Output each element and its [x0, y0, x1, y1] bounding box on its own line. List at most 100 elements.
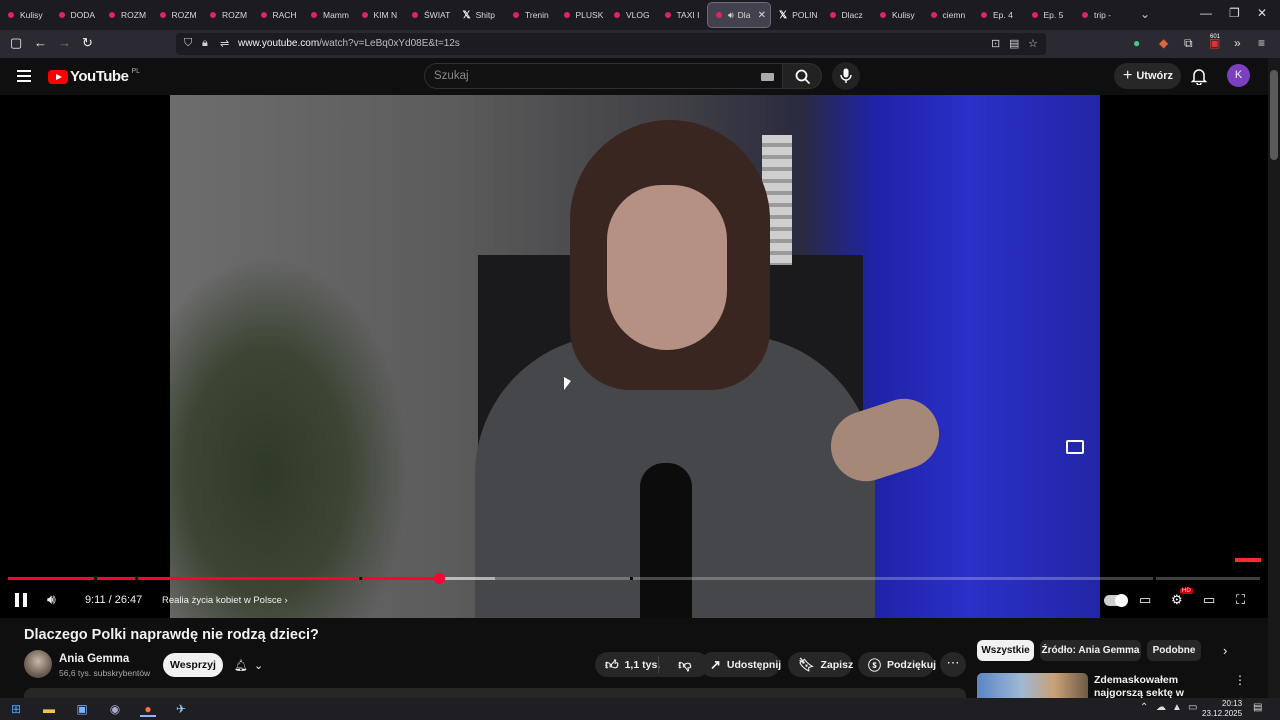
miniplayer-icon[interactable]: [1066, 440, 1084, 454]
progress-scrubber[interactable]: [433, 573, 445, 584]
close-window-icon[interactable]: ✕: [1257, 6, 1267, 20]
browser-tab[interactable]: RACH: [253, 2, 304, 28]
desktop-app-icon[interactable]: ▣: [74, 701, 90, 717]
search-input[interactable]: Szukaj: [434, 70, 469, 82]
forward-icon[interactable]: →: [58, 35, 71, 50]
thanks-button[interactable]: ⓢ Podziękuj: [858, 652, 936, 677]
network-icon[interactable]: ▭: [1188, 702, 1197, 713]
steam-icon[interactable]: ◉: [107, 701, 123, 717]
browser-tab[interactable]: Dlacz: [822, 2, 873, 28]
recommendation-title[interactable]: Zdemaskowałem najgorszą sektę w Ameryce: [1094, 674, 1229, 698]
scrollbar-thumb[interactable]: [1270, 70, 1278, 160]
browser-tab[interactable]: KIM N: [354, 2, 405, 28]
browser-tab[interactable]: 𝕏 POLIN: [771, 2, 822, 28]
system-clock[interactable]: 20:13 23.12.2025: [1202, 699, 1242, 719]
lock-icon[interactable]: 🔒︎: [202, 37, 208, 50]
youtube-logo[interactable]: YouTube PL: [48, 68, 140, 85]
recommendation-thumbnail[interactable]: [977, 673, 1088, 698]
recommendation-menu-icon[interactable]: ⋮: [1234, 673, 1246, 687]
browser-tab[interactable]: ROZM: [101, 2, 152, 28]
address-bar[interactable]: ⛉ 🔒︎ ⇌ www.youtube.com/watch?v=LeBq0xYd0…: [176, 33, 1046, 55]
channel-notifications-button[interactable]: 🔔︎ ⌄: [228, 653, 278, 677]
back-icon[interactable]: ←: [34, 35, 47, 50]
browser-tab[interactable]: Ep. 5: [1024, 2, 1075, 28]
browser-tab[interactable]: ŚWIAT: [404, 2, 455, 28]
video-frame[interactable]: [170, 95, 1100, 618]
browser-tab[interactable]: trip -: [1074, 2, 1125, 28]
extension-icon[interactable]: ◆: [1159, 36, 1168, 50]
chip-source[interactable]: Źródło: Ania Gemma: [1040, 640, 1141, 661]
settings-gear-icon[interactable]: ⚙︎: [1171, 592, 1183, 608]
theater-mode-icon[interactable]: ▭: [1203, 592, 1215, 608]
browser-tab[interactable]: ciemn: [923, 2, 974, 28]
browser-tab[interactable]: 𝕏 Shitp: [455, 2, 506, 28]
video-player[interactable]: 🔊︎ 9:11 / 26:47 Realia życia kobiet w Po…: [0, 95, 1268, 618]
restore-icon[interactable]: ❐: [1229, 6, 1240, 20]
reload-icon[interactable]: ↻: [82, 35, 93, 51]
notifications-bell-icon[interactable]: [1190, 67, 1208, 85]
chevron-down-icon[interactable]: ⌄: [1140, 7, 1150, 21]
more-actions-icon[interactable]: ⋯: [940, 652, 966, 677]
save-button[interactable]: 🔖︎ Zapisz: [788, 652, 853, 677]
like-count[interactable]: 1,1 tys.: [625, 659, 661, 671]
create-button[interactable]: + Utwórz: [1114, 63, 1181, 89]
tray-cloud-icon[interactable]: ☁: [1156, 702, 1166, 713]
browser-tab[interactable]: PLUSK: [556, 2, 607, 28]
windows-start-icon[interactable]: ⊞: [8, 701, 24, 717]
fullscreen-icon[interactable]: ⛶: [1236, 592, 1245, 608]
tab-view-icon[interactable]: ▢: [10, 35, 22, 51]
vpn-extension-icon[interactable]: ●: [1133, 36, 1140, 50]
permissions-icon[interactable]: ⇌: [220, 37, 229, 50]
chip-all[interactable]: Wszystkie: [977, 640, 1034, 661]
audio-playing-icon[interactable]: 🔊︎: [728, 10, 734, 21]
description-box[interactable]: [24, 688, 966, 698]
tray-chevron-icon[interactable]: ⌃: [1140, 702, 1148, 713]
browser-tab[interactable]: VLOG: [606, 2, 657, 28]
share-button[interactable]: ↗ Udostępnij: [700, 652, 781, 677]
page-scrollbar[interactable]: [1268, 58, 1280, 698]
search-box[interactable]: Szukaj: [424, 63, 784, 89]
browser-tab[interactable]: Kulisy: [872, 2, 923, 28]
reader-view-icon[interactable]: ▤: [1009, 37, 1019, 50]
bookmark-star-icon[interactable]: ☆: [1028, 37, 1038, 50]
chapter-title[interactable]: Realia życia kobiet w Polsce ›: [162, 595, 288, 606]
file-explorer-icon[interactable]: ▬: [41, 701, 57, 717]
channel-avatar[interactable]: [24, 650, 52, 678]
pause-icon[interactable]: [15, 593, 27, 607]
notifications-icon[interactable]: ▤: [1253, 702, 1262, 713]
chip-related[interactable]: Podobne: [1147, 640, 1201, 661]
subtitles-icon[interactable]: ▭: [1139, 592, 1151, 608]
support-button[interactable]: Wesprzyj: [163, 653, 223, 677]
browser-tab[interactable]: ROZM: [202, 2, 253, 28]
autoplay-toggle[interactable]: [1104, 594, 1128, 607]
hamburger-menu-icon[interactable]: [17, 70, 31, 82]
browser-tab[interactable]: Kulisy: [0, 2, 51, 28]
firefox-icon[interactable]: ●: [140, 701, 156, 717]
url-text[interactable]: www.youtube.com/watch?v=LeBq0xYd08E&t=12…: [238, 38, 460, 49]
channel-name[interactable]: Ania Gemma: [59, 653, 129, 665]
app-icon[interactable]: ✈: [173, 701, 189, 717]
shield-icon[interactable]: ⛉: [184, 37, 192, 50]
thumbs-down-icon[interactable]: 👎︎: [678, 657, 691, 673]
browser-tab[interactable]: Mamm: [303, 2, 354, 28]
tray-app-icon[interactable]: ▲: [1172, 702, 1182, 713]
chevron-right-icon[interactable]: ›: [1223, 643, 1227, 658]
overflow-chevrons-icon[interactable]: »: [1234, 36, 1241, 50]
progress-bar[interactable]: [8, 573, 1260, 584]
app-menu-icon[interactable]: ≡: [1258, 36, 1265, 50]
extensions-puzzle-icon[interactable]: ⧉: [1184, 36, 1193, 51]
thumbs-up-icon[interactable]: 👍︎: [605, 657, 619, 673]
browser-tab[interactable]: DODA: [51, 2, 102, 28]
minimize-icon[interactable]: —: [1200, 6, 1212, 20]
browser-tab[interactable]: ROZM: [152, 2, 203, 28]
browser-tab[interactable]: Ep. 4: [973, 2, 1024, 28]
browser-tab[interactable]: Trenin: [505, 2, 556, 28]
browser-tab[interactable]: TAXI I: [657, 2, 708, 28]
voice-search-button[interactable]: [832, 62, 860, 90]
keyboard-icon[interactable]: [761, 73, 774, 81]
volume-icon[interactable]: 🔊︎: [47, 591, 56, 608]
close-tab-icon[interactable]: ✕: [758, 10, 766, 21]
browser-tab-active[interactable]: 🔊︎ Dla ✕: [707, 2, 771, 28]
search-button[interactable]: [782, 63, 822, 89]
account-avatar[interactable]: K: [1227, 64, 1250, 87]
